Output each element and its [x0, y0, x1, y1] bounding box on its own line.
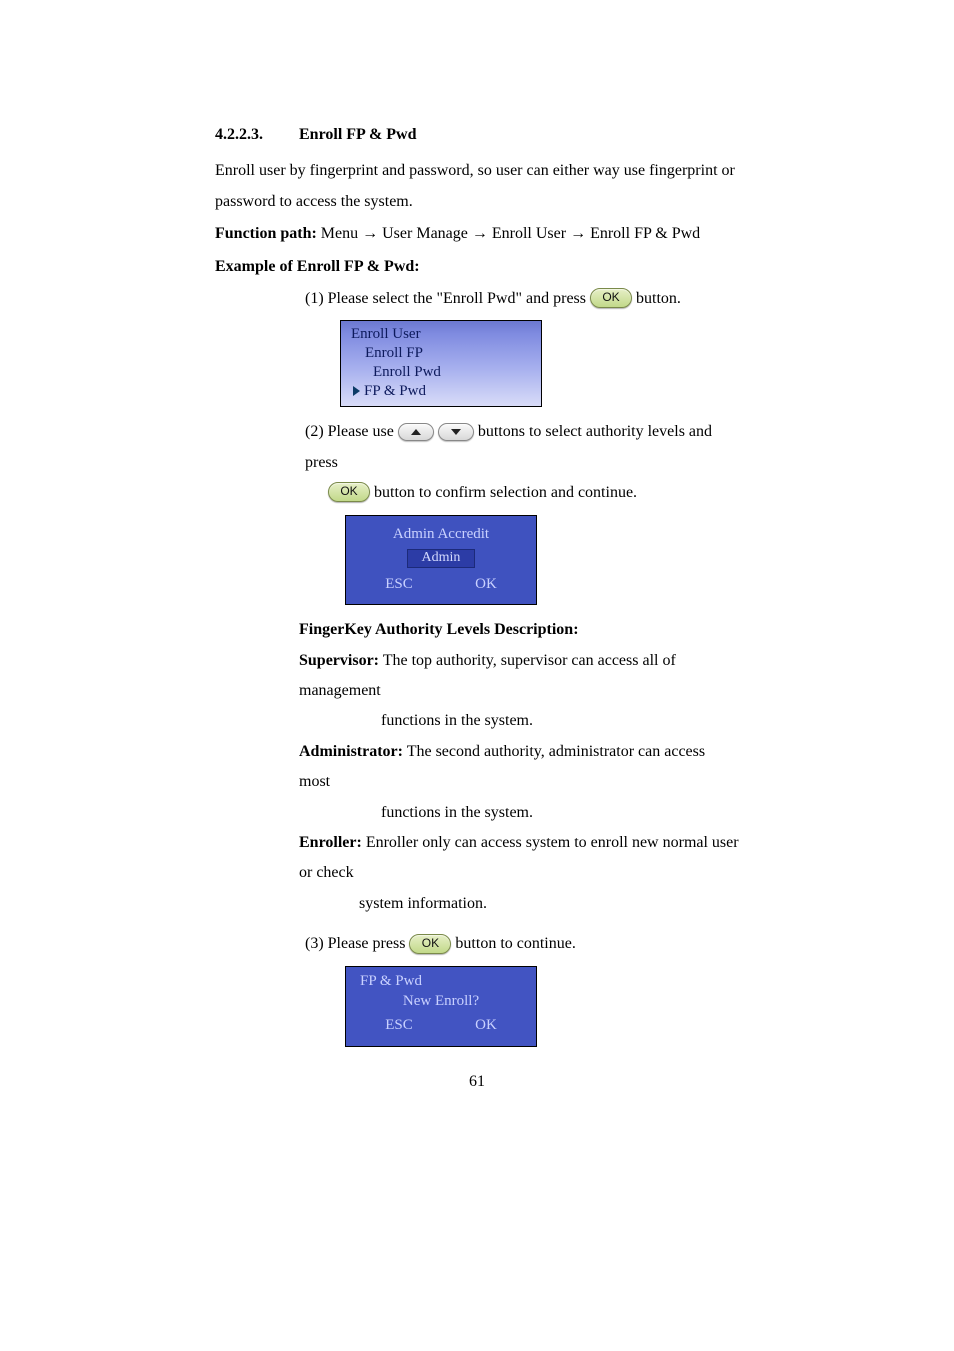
section-title: Enroll FP & Pwd [299, 126, 417, 143]
function-path-label: Function path: [215, 225, 317, 242]
screen-item-enroll-pwd: Enroll Pwd [351, 363, 531, 382]
screen-title: FP & Pwd [354, 971, 528, 991]
up-arrow-button-icon [398, 423, 434, 441]
enroller-label: Enroller: [299, 834, 362, 851]
administrator-text-cont: functions in the system. [381, 798, 739, 828]
ok-button-icon: OK [409, 934, 451, 954]
example-label: Example of Enroll FP & Pwd: [215, 252, 739, 282]
pointer-icon [353, 386, 360, 396]
device-screen-admin-accredit: Admin Accredit Admin ESC OK [345, 515, 537, 606]
step-1: (1) Please select the "Enroll Pwd" and p… [305, 284, 739, 314]
screen-item-enroll-fp: Enroll FP [351, 344, 531, 363]
screen-item-fp-pwd: FP & Pwd [351, 382, 531, 401]
supervisor-text-cont: functions in the system. [381, 706, 739, 736]
authority-supervisor: Supervisor: The top authority, superviso… [299, 646, 739, 707]
section-heading: 4.2.2.3. Enroll FP & Pwd [215, 120, 739, 150]
device-screen-enroll-user: Enroll User Enroll FP Enroll Pwd FP & Pw… [340, 320, 542, 407]
device-screen-new-enroll: FP & Pwd New Enroll? ESC OK [345, 966, 537, 1047]
screen-selected-value: Admin [407, 549, 475, 568]
authority-enroller: Enroller: Enroller only can access syste… [299, 828, 739, 889]
ok-button-icon: OK [590, 288, 632, 308]
screen-title: Admin Accredit [354, 520, 528, 549]
down-arrow-button-icon [438, 423, 474, 441]
step2-text-line2: button to confirm selection and continue… [374, 484, 637, 501]
authority-description: FingerKey Authority Levels Description: … [299, 615, 739, 919]
function-path-value: Menu → User Manage → Enroll User → Enrol… [317, 225, 700, 242]
step2-text-pre: (2) Please use [305, 423, 398, 440]
ok-button-icon: OK [328, 482, 370, 502]
enroller-text: Enroller only can access system to enrol… [299, 834, 739, 881]
screen-ok-label: OK [475, 1011, 497, 1040]
section-number: 4.2.2.3. [215, 120, 295, 150]
function-path-line: Function path: Menu → User Manage → Enro… [215, 219, 739, 249]
screen-item-fp-pwd-label: FP & Pwd [364, 383, 426, 399]
step3-text-pre: (3) Please press [305, 935, 409, 952]
intro-paragraph: Enroll user by fingerprint and password,… [215, 156, 739, 217]
screen-prompt: New Enroll? [354, 991, 528, 1011]
step3-text-post: button to continue. [455, 935, 575, 952]
screen-ok-label: OK [475, 570, 497, 599]
screen-title: Enroll User [351, 325, 531, 344]
supervisor-label: Supervisor: [299, 652, 379, 669]
step-2-line2: OK button to confirm selection and conti… [328, 478, 739, 508]
step-2-line1: (2) Please use buttons to select authori… [305, 417, 739, 478]
screen-esc-label: ESC [385, 570, 413, 599]
screen-esc-label: ESC [385, 1011, 413, 1040]
step1-text-post: button. [636, 290, 681, 307]
step-3: (3) Please press OK button to continue. [305, 929, 739, 959]
administrator-label: Administrator: [299, 743, 403, 760]
authority-administrator: Administrator: The second authority, adm… [299, 737, 739, 798]
step1-text-pre: (1) Please select the "Enroll Pwd" and p… [305, 290, 590, 307]
authority-heading: FingerKey Authority Levels Description: [299, 615, 739, 645]
enroller-text-cont: system information. [359, 889, 739, 919]
page-number: 61 [215, 1067, 739, 1097]
